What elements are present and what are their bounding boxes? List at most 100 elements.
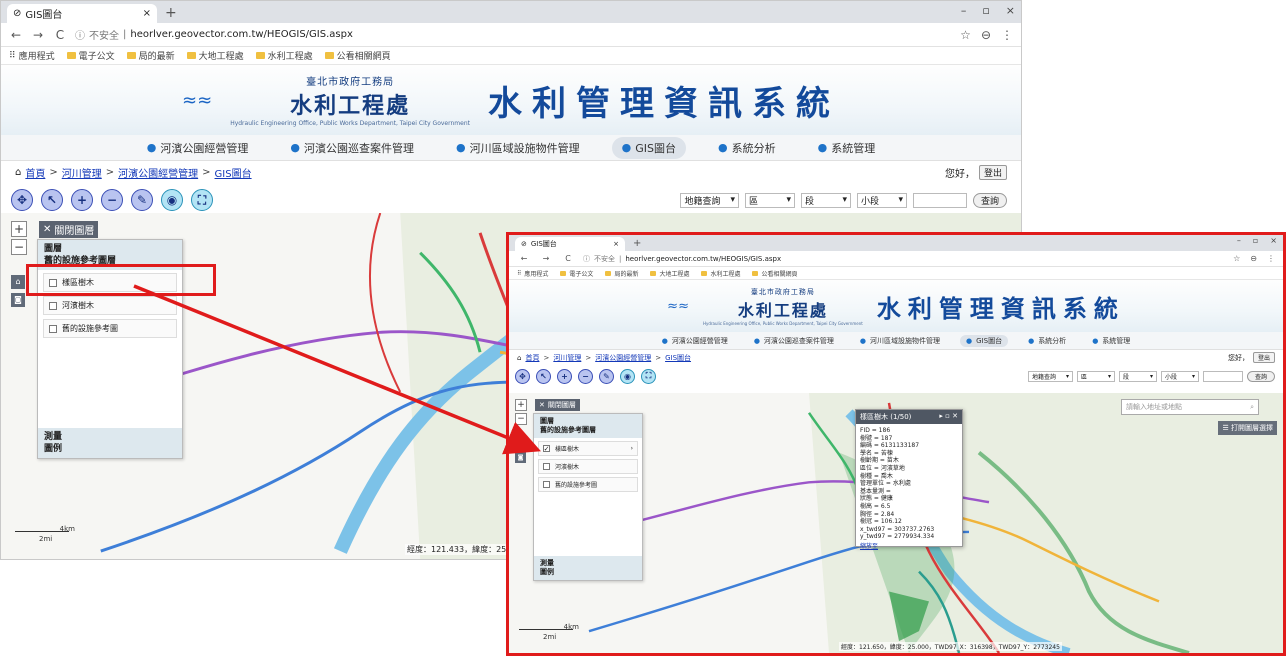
close-window-button[interactable]: ×: [1270, 236, 1277, 245]
query-button[interactable]: 查詢: [1246, 370, 1275, 382]
bookmark-apps[interactable]: ⠿ 應用程式: [517, 269, 548, 278]
subsection-select[interactable]: 小段 ▾: [1160, 370, 1199, 382]
close-window-button[interactable]: ×: [1006, 4, 1015, 17]
bookmark-item[interactable]: 局的最新: [126, 49, 175, 62]
menu-item-analysis[interactable]: ● 系統分析: [708, 137, 786, 159]
close-layers-button[interactable]: ✕ 關閉圖層: [39, 221, 99, 238]
menu-item-gis[interactable]: ● GIS圖台: [960, 334, 1009, 347]
bookmark-item[interactable]: 電子公文: [66, 49, 115, 62]
bookmark-apps[interactable]: ⠿ 應用程式: [9, 49, 55, 63]
measure-link[interactable]: 測量: [540, 559, 636, 568]
zoom-in-button[interactable]: +: [515, 399, 527, 411]
bookmark-item[interactable]: 電子公文: [560, 269, 593, 278]
camera-icon[interactable]: ◙: [515, 452, 526, 463]
minimize-button[interactable]: –: [1237, 236, 1241, 245]
menu-item-park-inspection[interactable]: ● 河濱公園巡查案件管理: [748, 335, 840, 347]
crumb-home[interactable]: 首頁: [25, 165, 45, 180]
zoom-out-button[interactable]: −: [11, 239, 27, 255]
bookmark-item[interactable]: 大地工程處: [650, 269, 689, 278]
measure-link[interactable]: 測量: [44, 431, 176, 443]
select-arrow-icon[interactable]: ↖: [536, 368, 551, 384]
bookmark-item[interactable]: 水利工程處: [701, 269, 740, 278]
layer-row-river-trees[interactable]: 河濱樹木: [43, 296, 177, 315]
pan-icon[interactable]: ✥: [515, 368, 530, 384]
menu-item-system[interactable]: ● 系統管理: [808, 137, 886, 159]
crumb-gis[interactable]: GIS圖台: [215, 165, 252, 180]
url-field[interactable]: ⓘ 不安全 | heorlver.geovector.com.tw/HEOGIS…: [75, 27, 952, 42]
bookmark-item[interactable]: 公看相關網頁: [324, 49, 391, 62]
back-icon[interactable]: ←: [517, 254, 531, 263]
close-tab-icon[interactable]: ×: [143, 8, 151, 19]
logout-button[interactable]: 登出: [1252, 352, 1275, 363]
full-extent-icon[interactable]: ⛶: [191, 189, 213, 211]
layer-checkbox[interactable]: [49, 324, 57, 333]
maximize-button[interactable]: ▫: [982, 4, 989, 17]
close-tab-icon[interactable]: ×: [613, 240, 619, 248]
browser-tab[interactable]: ⊘ GIS圖台 ×: [515, 237, 625, 251]
menu-dots-icon[interactable]: ⋮: [1267, 254, 1275, 263]
eye-icon[interactable]: ◉: [161, 189, 183, 211]
forward-icon[interactable]: →: [31, 28, 45, 42]
legend-link[interactable]: 圖例: [44, 443, 176, 455]
home-map-icon[interactable]: ⌂: [515, 437, 526, 448]
query-button[interactable]: 查詢: [972, 192, 1007, 208]
menu-item-system[interactable]: ● 系統管理: [1086, 335, 1136, 347]
close-layers-button[interactable]: ✕ 關閉圖層: [535, 399, 580, 411]
menu-dots-icon[interactable]: ⋮: [1001, 28, 1013, 42]
parcel-number-input[interactable]: [1202, 370, 1243, 382]
popup-controls[interactable]: ▸ ▫ ✕: [939, 412, 958, 422]
home-map-icon[interactable]: ⌂: [11, 275, 25, 289]
star-icon[interactable]: ☆: [1233, 254, 1240, 263]
eye-icon[interactable]: ◉: [620, 368, 635, 384]
menu-item-analysis[interactable]: ● 系統分析: [1022, 335, 1072, 347]
logout-button[interactable]: 登出: [978, 164, 1007, 180]
back-icon[interactable]: ←: [9, 28, 23, 42]
zoom-in-tool-icon[interactable]: +: [71, 189, 93, 211]
info-icon[interactable]: ⓘ: [583, 254, 590, 264]
zoom-in-tool-icon[interactable]: +: [557, 368, 572, 384]
full-extent-icon[interactable]: ⛶: [641, 368, 656, 384]
open-layer-tree-button[interactable]: ☰ 打開圖層選擇: [1218, 421, 1277, 435]
new-tab-button[interactable]: +: [633, 238, 641, 251]
section-select[interactable]: 段 ▾: [800, 192, 851, 208]
new-tab-button[interactable]: +: [165, 5, 177, 23]
map-canvas[interactable]: + − ✕ 關閉圖層 ⌂ ◙ 圖層 舊的設施參考圖層 ✓ 樣區樹木 › 河濱樹木 舊的…: [509, 393, 1283, 653]
layer-checkbox[interactable]: [49, 301, 57, 310]
menu-item-park-management[interactable]: ● 河濱公園經營管理: [656, 335, 734, 347]
menu-item-park-management[interactable]: ● 河濱公園經營管理: [137, 137, 259, 159]
info-icon[interactable]: ⓘ: [75, 27, 85, 42]
bookmark-item[interactable]: 局的最新: [605, 269, 638, 278]
zoom-out-tool-icon[interactable]: −: [101, 189, 123, 211]
reload-icon[interactable]: C: [53, 28, 67, 42]
minimize-button[interactable]: –: [961, 4, 967, 17]
menu-item-river-facilities[interactable]: ● 河川區域設施物件管理: [854, 335, 946, 347]
forward-icon[interactable]: →: [539, 254, 553, 263]
zoom-in-button[interactable]: +: [11, 221, 27, 237]
search-mode-select[interactable]: 地籍查詢 ▾: [1027, 370, 1073, 382]
bookmark-item[interactable]: 公看相關網頁: [752, 269, 798, 278]
layer-row-river-trees[interactable]: 河濱樹木: [538, 459, 638, 474]
url-field[interactable]: ⓘ 不安全 | heorlver.geovector.com.tw/HEOGIS…: [583, 254, 1225, 264]
layer-checkbox[interactable]: [543, 481, 550, 488]
clear-brush-icon[interactable]: ✎: [131, 189, 153, 211]
zoom-out-button[interactable]: −: [515, 413, 527, 425]
menu-item-river-facilities[interactable]: ● 河川區域設施物件管理: [446, 137, 590, 159]
reload-icon[interactable]: C: [561, 254, 575, 263]
star-icon[interactable]: ☆: [960, 28, 971, 42]
search-mode-select[interactable]: 地籍查詢 ▾: [680, 192, 739, 208]
district-select[interactable]: 區 ▾: [1076, 370, 1115, 382]
layer-row-old-facilities[interactable]: 舊的設施參考圖: [538, 477, 638, 492]
select-arrow-icon[interactable]: ↖: [41, 189, 63, 211]
menu-item-park-inspection[interactable]: ● 河濱公園巡查案件管理: [280, 137, 424, 159]
layer-checkbox-checked[interactable]: ✓: [543, 445, 550, 453]
camera-icon[interactable]: ◙: [11, 293, 25, 307]
bookmark-item[interactable]: 大地工程處: [186, 49, 244, 62]
profile-icon[interactable]: ⊖: [1250, 254, 1257, 263]
subsection-select[interactable]: 小段 ▾: [856, 192, 907, 208]
zoom-to-link[interactable]: 縮放至: [860, 543, 958, 551]
layer-row-sample-trees[interactable]: ✓ 樣區樹木 ›: [538, 441, 638, 456]
pan-icon[interactable]: ✥: [11, 189, 33, 211]
parcel-number-input[interactable]: [912, 192, 967, 208]
crumb-park[interactable]: 河濱公園經營管理: [118, 165, 198, 180]
clear-brush-icon[interactable]: ✎: [599, 368, 614, 384]
